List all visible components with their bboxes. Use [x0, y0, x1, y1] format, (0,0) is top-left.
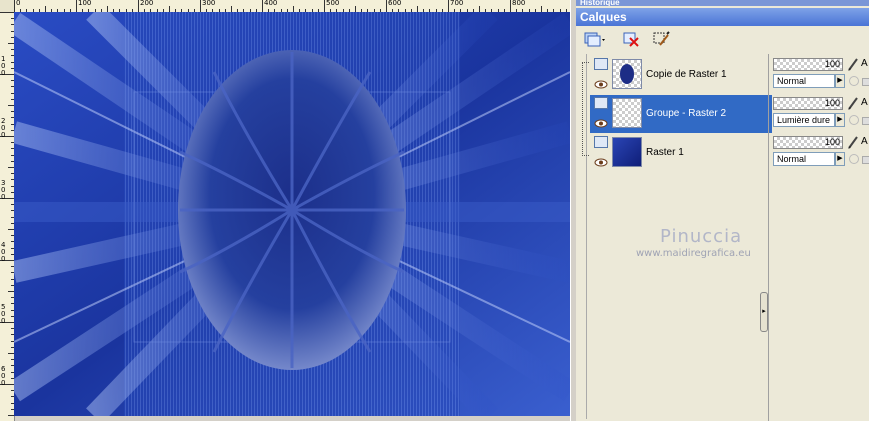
canvas-artwork	[14, 12, 570, 416]
raster-layer-icon	[594, 136, 608, 148]
layers-panel-title[interactable]: Calques	[576, 8, 869, 26]
visibility-eye-icon[interactable]	[594, 80, 608, 89]
raster-layer-icon	[594, 97, 608, 109]
new-layer-button[interactable]	[582, 28, 608, 50]
ruler-label: 4 0 0	[1, 241, 6, 263]
opacity-value: 100	[824, 98, 840, 108]
ruler-tick	[138, 0, 139, 12]
ruler-label: 800	[512, 0, 526, 7]
opacity-slider[interactable]: 100	[773, 97, 843, 110]
blend-mode-arrow-icon[interactable]: ▶	[835, 113, 845, 127]
layer-props-2: 100 A Normal ▶	[773, 134, 869, 172]
ruler-label: 200	[140, 0, 154, 7]
layer-list: Copie de Raster 1 Groupe - Raster 2 Rast…	[590, 56, 772, 175]
brush-icon[interactable]	[846, 95, 860, 111]
column-letter: A	[861, 136, 868, 147]
brush-icon[interactable]	[846, 56, 860, 72]
brush-icon[interactable]	[846, 134, 860, 150]
ruler-label: 2 0 0	[1, 117, 6, 139]
ruler-label: 600	[388, 0, 402, 7]
ruler-label: 0	[16, 0, 21, 7]
ruler-label: 300	[202, 0, 216, 7]
layer-props-0: 100 A Normal ▶	[773, 56, 869, 94]
ruler-label: 5 0 0	[1, 303, 6, 325]
blend-mode-select[interactable]: Normal	[773, 74, 835, 88]
layer-name: Copie de Raster 1	[646, 69, 727, 80]
layers-toolbar	[576, 26, 869, 52]
group-bracket	[582, 62, 589, 156]
delete-layer-icon	[623, 32, 639, 47]
opacity-value: 100	[824, 59, 840, 69]
panel-collapse-handle[interactable]: ▸	[760, 292, 768, 332]
layer-props-1: 100 A Lumière dure ▶	[773, 95, 869, 133]
history-panel-title: Historique	[580, 0, 620, 6]
ruler-label: 6 0 0	[1, 365, 6, 387]
watermark-name: Pinuccia	[660, 226, 743, 247]
layer-row-copie-raster-1[interactable]: Copie de Raster 1	[590, 56, 772, 94]
blend-mode-arrow-icon[interactable]: ▶	[835, 152, 845, 166]
lock-icon[interactable]	[849, 154, 859, 164]
ruler-tick	[0, 12, 14, 13]
lock-icon[interactable]	[849, 76, 859, 86]
column-letter: A	[861, 58, 868, 69]
ruler-tick	[386, 0, 387, 12]
ruler-tick	[262, 0, 263, 12]
ruler-label: 500	[326, 0, 340, 7]
layer-row-groupe-raster-2[interactable]: Groupe - Raster 2	[590, 95, 772, 133]
link-button[interactable]	[862, 78, 869, 86]
ruler-tick	[324, 0, 325, 12]
ruler-label: 400	[264, 0, 278, 7]
layer-thumbnail-egg	[612, 59, 642, 89]
visibility-eye-icon[interactable]	[594, 158, 608, 167]
layer-row-raster-1[interactable]: Raster 1	[590, 134, 772, 172]
delete-layer-button[interactable]	[620, 28, 642, 50]
layer-name: Groupe - Raster 2	[646, 108, 727, 119]
ruler-tick	[200, 0, 201, 12]
blend-mode-select[interactable]: Lumière dure	[773, 113, 835, 127]
raster-layer-icon	[594, 58, 608, 70]
opacity-value: 100	[824, 137, 840, 147]
lock-icon[interactable]	[849, 115, 859, 125]
blend-mode-select[interactable]: Normal	[773, 152, 835, 166]
layer-thumbnail-transparent	[612, 98, 642, 128]
edit-selection-button[interactable]	[650, 28, 672, 50]
ruler-label: 1 0 0	[1, 55, 6, 77]
ruler-label: 100	[78, 0, 92, 7]
layers-palette: Historique Calques Copie de Raster 1 Gro…	[576, 0, 869, 421]
ruler-label: 3 0 0	[1, 179, 6, 201]
ruler-label: 700	[450, 0, 464, 7]
link-button[interactable]	[862, 117, 869, 125]
history-panel-header[interactable]: Historique	[576, 0, 869, 6]
layer-properties-column: 100 A Normal ▶ 100 A Lumière dure ▶ 100 …	[768, 54, 869, 421]
watermark-url: www.maidiregrafica.eu	[636, 248, 751, 259]
opacity-slider[interactable]: 100	[773, 136, 843, 149]
layer-name: Raster 1	[646, 147, 684, 158]
ruler-tick	[448, 0, 449, 12]
ruler-tick	[510, 0, 511, 12]
ruler-corner	[0, 0, 14, 12]
vertical-ruler: 1 0 0 2 0 0 3 0 0 4 0 0 5 0 0 6 0 0	[0, 12, 15, 421]
visibility-eye-icon[interactable]	[594, 119, 608, 128]
opacity-slider[interactable]: 100	[773, 58, 843, 71]
column-letter: A	[861, 97, 868, 108]
layer-thumbnail-blue	[612, 137, 642, 167]
link-button[interactable]	[862, 156, 869, 164]
edit-selection-icon	[653, 31, 670, 46]
image-canvas[interactable]	[14, 12, 570, 416]
blend-mode-arrow-icon[interactable]: ▶	[835, 74, 845, 88]
ruler-tick	[14, 0, 15, 12]
ruler-tick	[76, 0, 77, 12]
new-layer-icon	[584, 32, 605, 47]
